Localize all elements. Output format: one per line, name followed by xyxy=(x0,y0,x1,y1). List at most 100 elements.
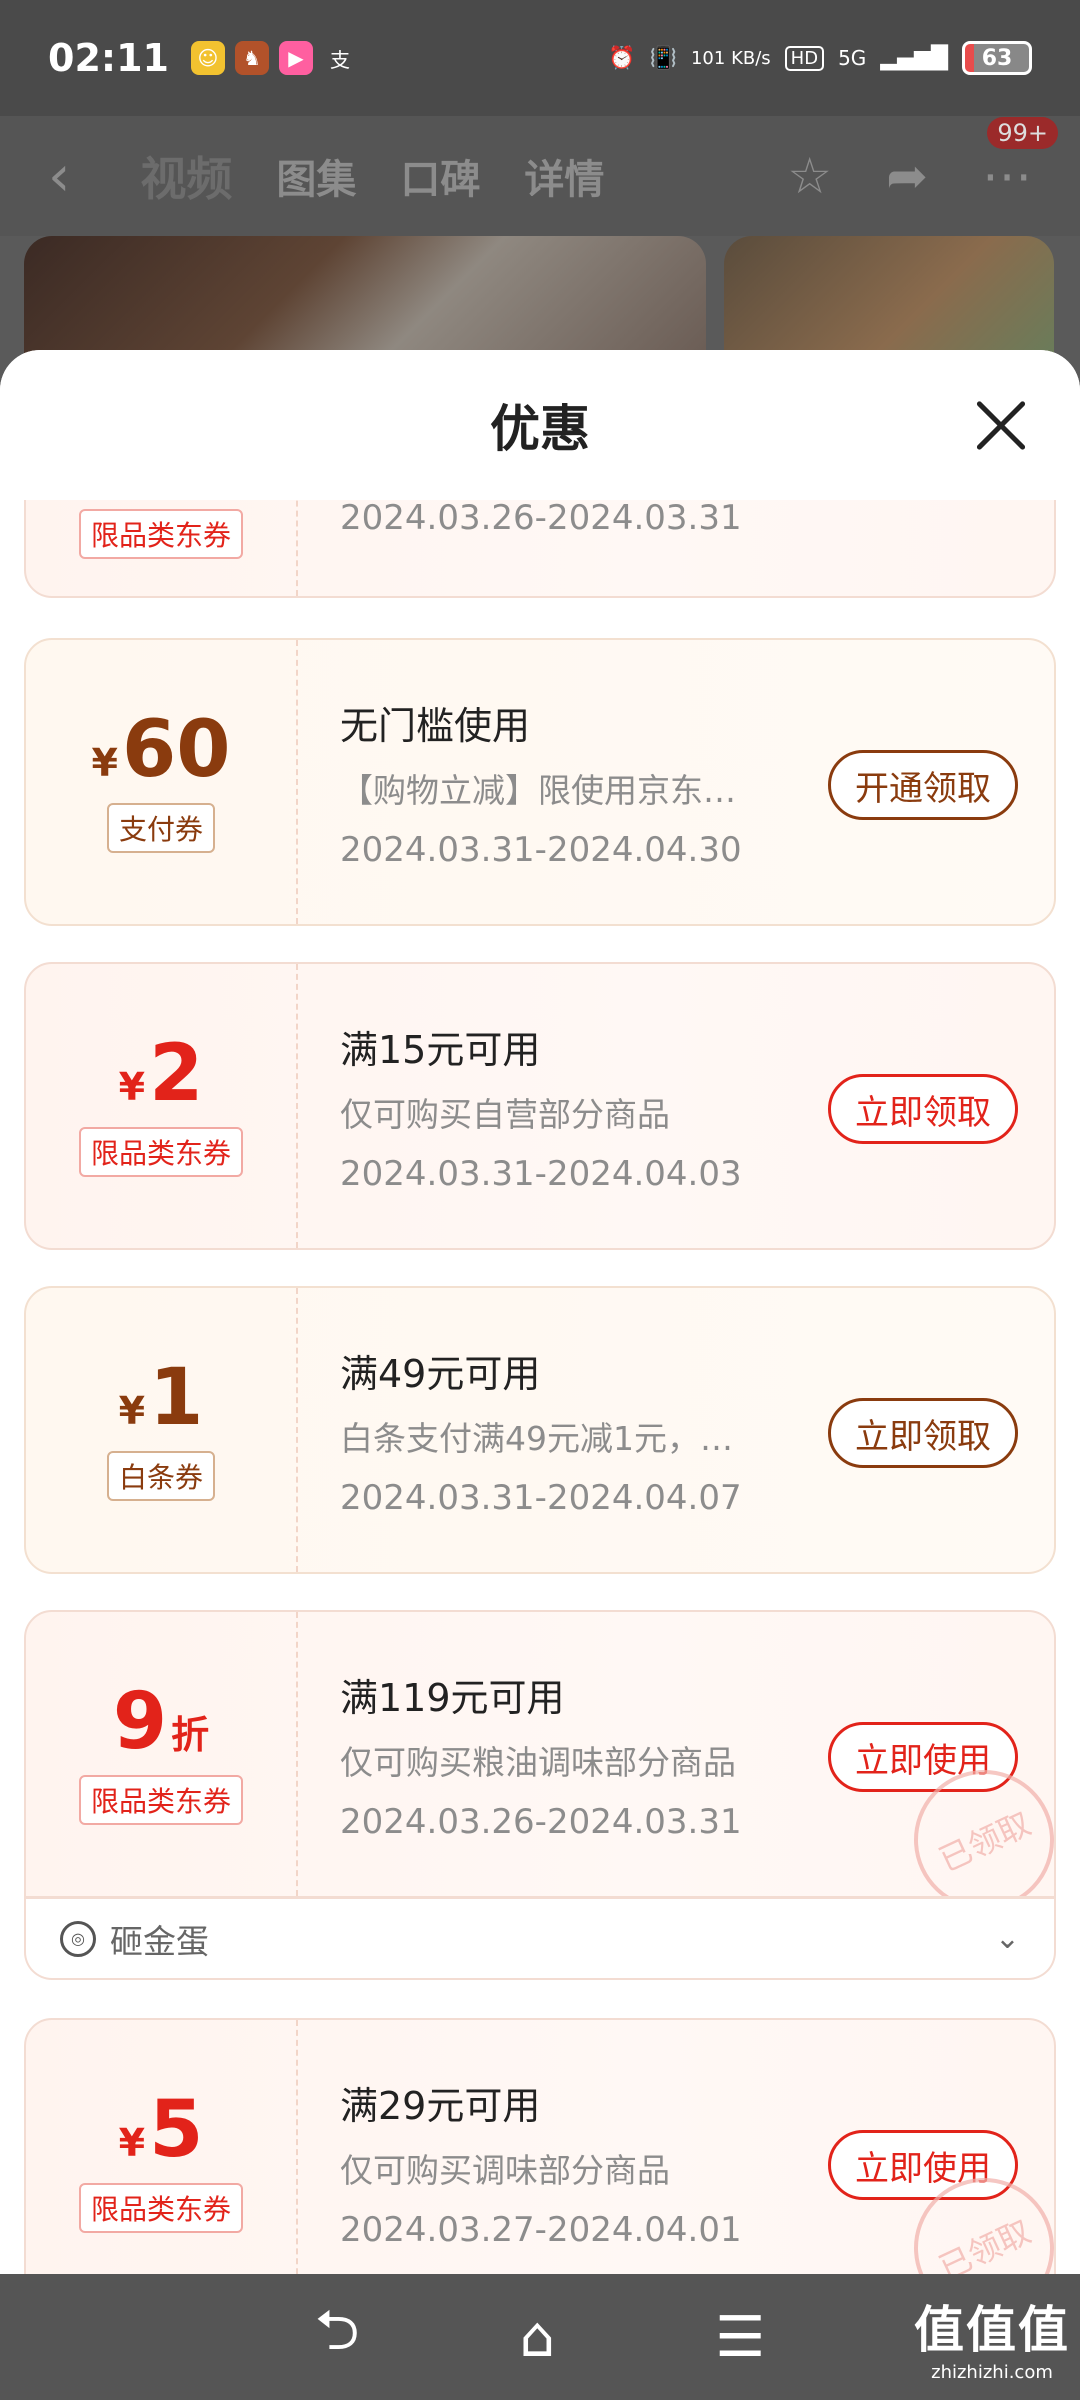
coupon-list[interactable]: 限品类东券 2024.03.26-2024.03.31 ¥ 60 支付券 无门槛… xyxy=(0,500,1080,2274)
coupon-value: 9 折 限品类东券 xyxy=(26,1612,298,1896)
coupon-desc: 仅可购买调味部分商品 xyxy=(340,2150,670,2190)
signal-icon: ▂▄▆█ xyxy=(880,45,948,71)
sheet-header: 优惠 xyxy=(0,350,1080,500)
amount-number: 60 xyxy=(121,705,231,795)
coupon-source-row[interactable]: ◎ 砸金蛋 ⌄ xyxy=(24,1898,1056,1980)
coupon-info: 满15元可用 仅可购买自营部分商品 2024.03.31-2024.04.03 xyxy=(340,964,800,1248)
thumbnail-image xyxy=(24,236,706,356)
coupon-type-tag: 支付券 xyxy=(106,803,215,853)
coupon-desc: 【购物立减】限使用京东… xyxy=(340,770,736,810)
back-nav-icon[interactable]: ⮌ xyxy=(315,2290,360,2385)
currency-symbol: ¥ xyxy=(118,1389,146,1433)
coupon-value: ¥ 1 白条券 xyxy=(26,1288,298,1572)
share-icon[interactable]: ➦ xyxy=(886,147,928,205)
more-icon[interactable]: ⋯ xyxy=(982,147,1032,205)
amount-number: 5 xyxy=(149,2085,204,2175)
claim-button[interactable]: 立即领取 xyxy=(828,1074,1018,1144)
message-badge: 99+ xyxy=(987,117,1058,149)
chevron-down-icon[interactable]: ⌄ xyxy=(995,1921,1020,1956)
coupon-value: ¥ 60 支付券 xyxy=(26,640,298,924)
alipay-notification-icon: 支 xyxy=(329,47,350,72)
signal-label: 5G xyxy=(838,46,867,70)
tab-reviews[interactable]: 口碑 xyxy=(400,147,480,205)
coupon-title: 满49元可用 xyxy=(340,1351,541,1396)
status-icons: ⏰ 📳 101 KB/s HD 5G ▂▄▆█ 63 xyxy=(608,41,1032,75)
app-bar: ‹ 视频 图集 口碑 详情 ☆ ➦ ⋯ 99+ xyxy=(0,116,1080,236)
coupon-date: 2024.03.31-2024.04.03 xyxy=(340,1153,742,1194)
coupon-amount: ¥ 2 xyxy=(119,1035,204,1113)
watermark-logo: 值值值 xyxy=(914,2301,1070,2359)
tab-gallery[interactable]: 图集 xyxy=(276,147,356,205)
video-app-notification-icon: ▶ xyxy=(278,41,313,75)
coupon-sheet: 优惠 限品类东券 2024.03.26-2024.03.31 ¥ 60 支付券 … xyxy=(0,350,1080,2274)
coupon-date: 2024.03.31-2024.04.07 xyxy=(340,1477,742,1518)
coupon-card: ¥ 5 限品类东券 满29元可用 仅可购买调味部分商品 2024.03.27-2… xyxy=(24,2018,1056,2274)
coupon-amount: 9 折 xyxy=(113,1683,209,1761)
coupon-info: 无门槛使用 【购物立减】限使用京东… 2024.03.31-2024.04.30 xyxy=(340,640,800,924)
watermark-url: zhizhizhi.com xyxy=(931,2362,1053,2383)
game-notification-icon: ♞ xyxy=(234,41,269,75)
currency-symbol: ¥ xyxy=(118,2121,146,2165)
battery-icon: 63 xyxy=(962,41,1032,75)
coupon-date: 2024.03.31-2024.04.30 xyxy=(340,829,742,870)
coupon-info: 满119元可用 仅可购买粮油调味部分商品 2024.03.26-2024.03.… xyxy=(340,1612,800,1896)
back-icon[interactable]: ‹ xyxy=(48,144,70,209)
coupon-value: ¥ 5 限品类东券 xyxy=(26,2020,298,2274)
coupon-info: 满49元可用 白条支付满49元减1元，… 2024.03.31-2024.04.… xyxy=(340,1288,800,1572)
alarm-icon: ⏰ xyxy=(608,45,636,71)
status-time: 02:11 xyxy=(48,36,169,80)
coupon-title: 无门槛使用 xyxy=(340,703,531,748)
coupon-card: 限品类东券 2024.03.26-2024.03.31 xyxy=(24,500,1056,598)
tab-video[interactable]: 视频 xyxy=(140,143,232,209)
media-thumbnails xyxy=(24,236,1080,356)
sheet-title: 优惠 xyxy=(490,400,590,458)
coupon-title: 满119元可用 xyxy=(340,1675,565,1720)
coupon-type-tag: 限品类东券 xyxy=(78,1127,243,1177)
close-icon[interactable] xyxy=(974,398,1028,452)
coupon-type-tag: 限品类东券 xyxy=(78,1775,243,1825)
coupon-desc: 仅可购买自营部分商品 xyxy=(340,1094,670,1134)
coupon-value: ¥ 2 限品类东券 xyxy=(26,964,298,1248)
coupon-card: 9 折 限品类东券 满119元可用 仅可购买粮油调味部分商品 2024.03.2… xyxy=(24,1610,1056,1898)
coupon-source-icon: ◎ xyxy=(60,1920,96,1957)
amount-number: 2 xyxy=(149,1029,204,1119)
coupon-amount: ¥ 60 xyxy=(92,711,231,789)
thumbnail-image xyxy=(724,236,1054,356)
vibrate-icon: 📳 xyxy=(649,45,677,71)
coupon-source-label: 砸金蛋 xyxy=(110,1921,209,1961)
tab-details[interactable]: 详情 xyxy=(524,147,604,205)
favorite-star-icon[interactable]: ☆ xyxy=(787,147,832,205)
coupon-card: ¥ 1 白条券 满49元可用 白条支付满49元减1元，… 2024.03.31-… xyxy=(24,1286,1056,1574)
coupon-info: 2024.03.26-2024.03.31 xyxy=(340,500,800,596)
watermark: 值值值 zhizhizhi.com xyxy=(914,2290,1070,2383)
coupon-amount: ¥ 1 xyxy=(119,1359,204,1437)
amount-unit: 折 xyxy=(171,1713,210,1757)
coupon-title: 满29元可用 xyxy=(340,2083,541,2128)
coupon-type-tag: 限品类东券 xyxy=(78,2183,243,2233)
coupon-type-tag: 限品类东券 xyxy=(78,509,243,559)
menu-icon[interactable]: ☰ xyxy=(715,2305,765,2370)
hd-icon: HD xyxy=(784,45,825,71)
claim-button[interactable]: 立即领取 xyxy=(828,1398,1018,1468)
currency-symbol: ¥ xyxy=(91,741,118,785)
coupon-date: 2024.03.26-2024.03.31 xyxy=(340,1801,742,1842)
amount-number: 1 xyxy=(149,1353,204,1443)
coupon-card: ¥ 2 限品类东券 满15元可用 仅可购买自营部分商品 2024.03.31-2… xyxy=(24,962,1056,1250)
coupon-card: ¥ 60 支付券 无门槛使用 【购物立减】限使用京东… 2024.03.31-2… xyxy=(24,638,1056,926)
coupon-type-tag: 白条券 xyxy=(106,1451,215,1501)
coupon-desc: 白条支付满49元减1元，… xyxy=(340,1418,733,1458)
net-speed: 101 KB/s xyxy=(690,47,771,69)
app-notification-icon: ☺ xyxy=(190,41,225,75)
coupon-title: 满15元可用 xyxy=(340,1027,541,1072)
coupon-value: 限品类东券 xyxy=(26,500,298,596)
claim-button[interactable]: 开通领取 xyxy=(828,750,1018,820)
status-bar: 02:11 ☺ ♞ ▶ 支 ⏰ 📳 101 KB/s HD 5G ▂▄▆█ 63 xyxy=(0,0,1080,116)
coupon-info: 满29元可用 仅可购买调味部分商品 2024.03.27-2024.04.01 xyxy=(340,2020,800,2274)
coupon-desc: 仅可购买粮油调味部分商品 xyxy=(340,1742,736,1782)
amount-number: 9 xyxy=(112,1677,168,1767)
coupon-date: 2024.03.27-2024.04.01 xyxy=(340,2209,742,2250)
home-icon[interactable]: ⌂ xyxy=(520,2305,556,2370)
battery-level: 63 xyxy=(981,45,1013,71)
coupon-date: 2024.03.26-2024.03.31 xyxy=(340,500,742,538)
currency-symbol: ¥ xyxy=(118,1065,146,1109)
